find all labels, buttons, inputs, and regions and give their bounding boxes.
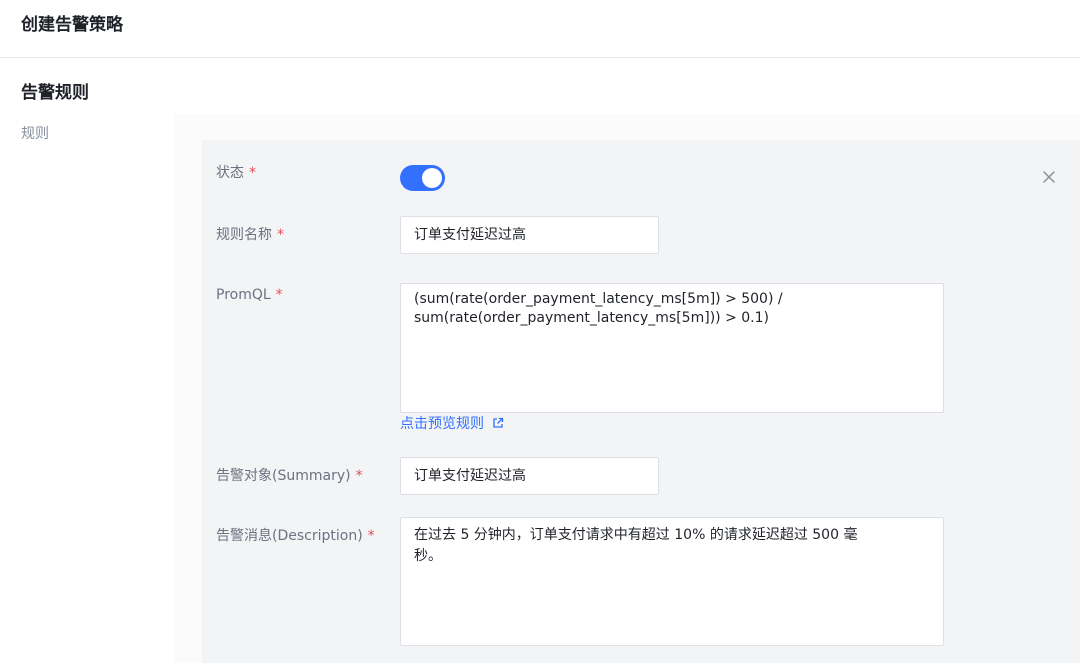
description-label-text: 告警消息(Description) xyxy=(216,528,363,544)
promql-label: PromQL * xyxy=(216,285,283,305)
summary-label: 告警对象(Summary) * xyxy=(216,466,363,486)
description-line: 秒。 xyxy=(414,548,442,564)
rule-name-label-text: 规则名称 xyxy=(216,227,272,243)
promql-line: (sum(rate(order_payment_latency_ms[5m]) … xyxy=(414,291,783,307)
promql-label-text: PromQL xyxy=(216,287,271,303)
summary-input[interactable]: 订单支付延迟过高 xyxy=(400,457,659,495)
rules-side-label: 规则 xyxy=(21,126,49,142)
status-label-text: 状态 xyxy=(216,165,244,181)
section-title: 告警规则 xyxy=(21,83,89,103)
page-title: 创建告警策略 xyxy=(21,15,123,35)
description-line: 在过去 5 分钟内，订单支付请求中有超过 10% 的请求延迟超过 500 毫 xyxy=(414,527,858,543)
preview-rule-link-text: 点击预览规则 xyxy=(400,416,484,432)
close-icon[interactable] xyxy=(1040,168,1058,186)
page-header: 创建告警策略 xyxy=(0,0,1080,58)
required-mark: * xyxy=(277,227,284,243)
rule-name-input[interactable]: 订单支付延迟过高 xyxy=(400,216,659,254)
rule-name-label: 规则名称 * xyxy=(216,225,284,245)
required-mark: * xyxy=(367,528,375,544)
promql-line: sum(rate(order_payment_latency_ms[5m])) … xyxy=(414,310,769,326)
description-textarea[interactable]: 在过去 5 分钟内，订单支付请求中有超过 10% 的请求延迟超过 500 毫 秒… xyxy=(400,517,944,646)
required-mark: * xyxy=(355,468,363,484)
external-link-icon xyxy=(492,415,504,435)
status-toggle[interactable] xyxy=(400,165,445,191)
preview-rule-link[interactable]: 点击预览规则 xyxy=(400,414,504,435)
required-mark: * xyxy=(249,165,256,181)
toggle-knob xyxy=(422,168,442,188)
summary-label-text: 告警对象(Summary) xyxy=(216,468,351,484)
promql-textarea[interactable]: (sum(rate(order_payment_latency_ms[5m]) … xyxy=(400,283,944,413)
status-label: 状态 * xyxy=(216,163,256,183)
required-mark: * xyxy=(275,287,283,303)
description-label: 告警消息(Description) * xyxy=(216,526,375,546)
